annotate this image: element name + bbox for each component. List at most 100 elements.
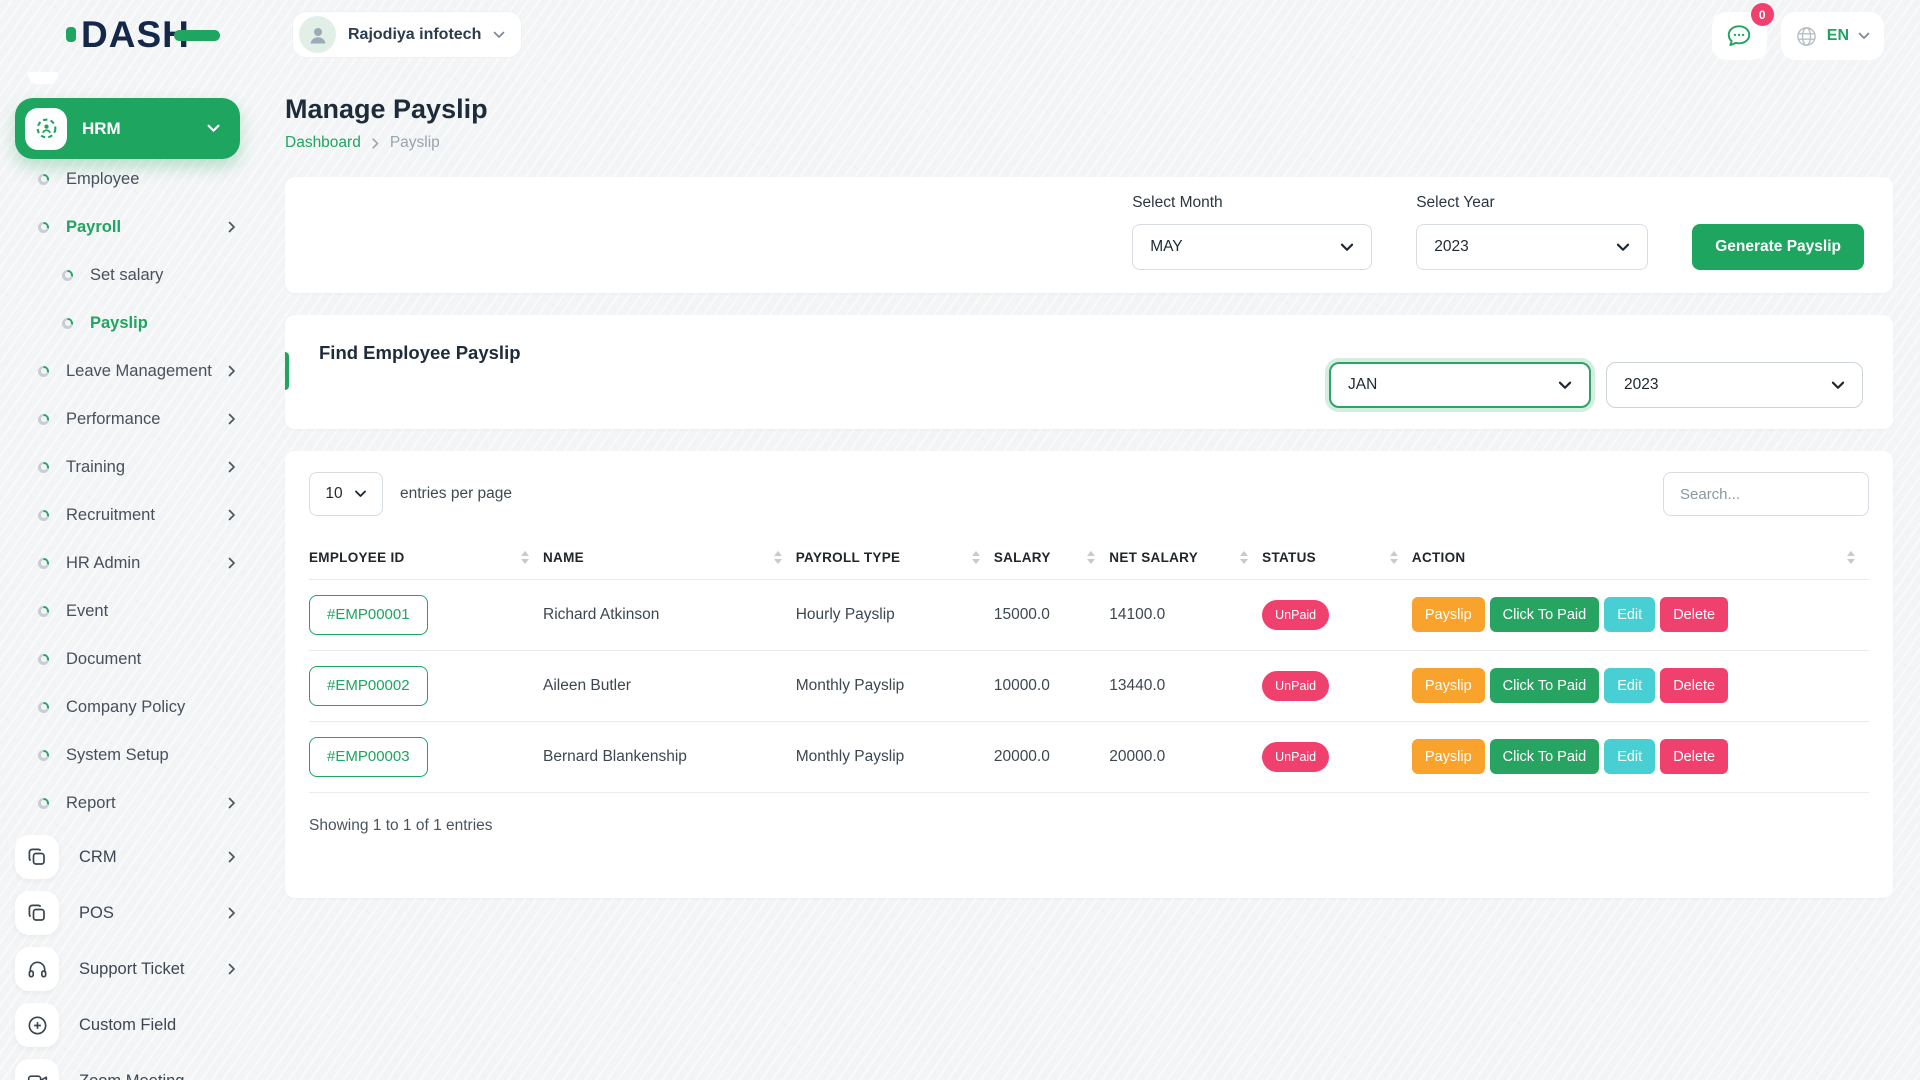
employee-id-button[interactable]: #EMP00001 — [309, 595, 428, 635]
edit-button[interactable]: Edit — [1604, 597, 1655, 632]
sidebar-module-zoom-meeting[interactable]: Zoom Meeting — [0, 1053, 260, 1080]
app-logo[interactable]: DASH — [66, 16, 220, 53]
sidebar-item-document[interactable]: Document — [0, 635, 260, 683]
select-year-group: Select Year 2023 — [1416, 194, 1648, 270]
breadcrumb-dashboard-link[interactable]: Dashboard — [285, 134, 361, 152]
select-year-label: Select Year — [1416, 194, 1648, 212]
generate-payslip-button[interactable]: Generate Payslip — [1692, 224, 1864, 270]
year-select-value: 2023 — [1434, 238, 1468, 256]
year-select[interactable]: 2023 — [1416, 224, 1648, 270]
column-header-name[interactable]: NAME — [543, 537, 796, 579]
messages-button[interactable]: 0 — [1712, 12, 1767, 60]
bullet-icon — [38, 558, 49, 569]
sort-icon[interactable] — [1240, 551, 1248, 564]
page-size-select[interactable]: 10 — [309, 472, 383, 516]
click-to-paid-button[interactable]: Click To Paid — [1490, 668, 1600, 703]
sidebar-item-employee[interactable]: Employee — [0, 155, 260, 203]
sidebar-item-recruitment[interactable]: Recruitment — [0, 491, 260, 539]
employee-name-cell: Richard Atkinson — [543, 579, 796, 650]
column-header-label: NAME — [543, 550, 584, 565]
bullet-icon — [38, 414, 49, 425]
column-header-net-salary[interactable]: NET SALARY — [1109, 537, 1262, 579]
column-header-payroll-type[interactable]: PAYROLL TYPE — [796, 537, 994, 579]
employee-id-button[interactable]: #EMP00003 — [309, 737, 428, 777]
sidebar-item-hrm-label: HRM — [82, 119, 192, 139]
table-row: #EMP00003 Bernard Blankenship Monthly Pa… — [309, 721, 1869, 792]
click-to-paid-button[interactable]: Click To Paid — [1490, 597, 1600, 632]
table-controls: 10 entries per page — [309, 472, 1869, 516]
topbar-actions: 0 EN — [1712, 12, 1884, 60]
month-select[interactable]: MAY — [1132, 224, 1372, 270]
sidebar-item-company-policy[interactable]: Company Policy — [0, 683, 260, 731]
entries-per-page-label: entries per page — [400, 485, 512, 503]
sidebar-item-hr-admin[interactable]: HR Admin — [0, 539, 260, 587]
module-icon — [15, 835, 59, 879]
edit-button[interactable]: Edit — [1604, 739, 1655, 774]
sidebar-module-custom-field[interactable]: Custom Field — [0, 997, 260, 1053]
sidebar-module-crm[interactable]: CRM — [0, 829, 260, 885]
find-year-select[interactable]: 2023 — [1606, 362, 1863, 408]
payroll-type-cell: Monthly Payslip — [796, 721, 994, 792]
sort-icon[interactable] — [521, 551, 529, 564]
chevron-right-icon — [228, 907, 236, 919]
payslip-button[interactable]: Payslip — [1412, 668, 1485, 703]
table-row: #EMP00002 Aileen Butler Monthly Payslip … — [309, 650, 1869, 721]
sidebar-item-payroll[interactable]: Payroll — [0, 203, 260, 251]
module-icon — [15, 947, 59, 991]
find-month-select[interactable]: JAN — [1329, 362, 1591, 408]
sidebar-item-label: Document — [66, 650, 236, 669]
search-input[interactable] — [1663, 472, 1869, 516]
salary-cell: 10000.0 — [994, 650, 1109, 721]
chevron-down-icon — [1558, 381, 1572, 390]
sidebar-item-set-salary[interactable]: Set salary — [0, 251, 260, 299]
payslip-table: EMPLOYEE ID NAME PAYROLL TYPE SALARY NET… — [309, 537, 1869, 793]
edit-button[interactable]: Edit — [1604, 668, 1655, 703]
sidebar-item-system-setup[interactable]: System Setup — [0, 731, 260, 779]
module-icon — [15, 891, 59, 935]
sidebar-module-pos[interactable]: POS — [0, 885, 260, 941]
sort-icon[interactable] — [1390, 551, 1398, 564]
sidebar-item-performance[interactable]: Performance — [0, 395, 260, 443]
status-badge: UnPaid — [1262, 671, 1329, 701]
delete-button[interactable]: Delete — [1660, 739, 1728, 774]
sort-icon[interactable] — [1087, 551, 1095, 564]
payslip-button[interactable]: Payslip — [1412, 597, 1485, 632]
sidebar-module-support-ticket[interactable]: Support Ticket — [0, 941, 260, 997]
column-header-status[interactable]: STATUS — [1262, 537, 1412, 579]
employee-id-button[interactable]: #EMP00002 — [309, 666, 428, 706]
sidebar-item-payslip[interactable]: Payslip — [0, 299, 260, 347]
sidebar-item-hrm[interactable]: HRM — [15, 98, 240, 159]
hrm-icon — [25, 108, 67, 150]
column-header-action[interactable]: ACTION — [1412, 537, 1869, 579]
sidebar-item-leave-management[interactable]: Leave Management — [0, 347, 260, 395]
click-to-paid-button[interactable]: Click To Paid — [1490, 739, 1600, 774]
delete-button[interactable]: Delete — [1660, 668, 1728, 703]
chevron-down-icon — [1616, 243, 1630, 252]
chevron-right-icon — [228, 557, 236, 569]
breadcrumb-current: Payslip — [390, 134, 440, 152]
column-header-label: EMPLOYEE ID — [309, 550, 405, 565]
column-header-label: PAYROLL TYPE — [796, 550, 901, 565]
select-month-label: Select Month — [1132, 194, 1372, 212]
column-header-salary[interactable]: SALARY — [994, 537, 1109, 579]
net-salary-cell: 14100.0 — [1109, 579, 1262, 650]
module-label: CRM — [79, 848, 208, 867]
chevron-right-icon — [228, 221, 236, 233]
find-payslip-card: Find Employee Payslip JAN 2023 — [285, 315, 1893, 429]
delete-button[interactable]: Delete — [1660, 597, 1728, 632]
bullet-icon — [38, 222, 49, 233]
sidebar-item-training[interactable]: Training — [0, 443, 260, 491]
table-header-row: EMPLOYEE ID NAME PAYROLL TYPE SALARY NET… — [309, 537, 1869, 579]
sort-icon[interactable] — [972, 551, 980, 564]
sidebar-item-report[interactable]: Report — [0, 779, 260, 827]
column-header-employee-id[interactable]: EMPLOYEE ID — [309, 537, 543, 579]
bullet-icon — [38, 750, 49, 761]
sidebar-item-event[interactable]: Event — [0, 587, 260, 635]
sort-icon[interactable] — [1847, 551, 1855, 564]
bullet-icon — [38, 174, 49, 185]
bullet-icon — [38, 366, 49, 377]
language-selector[interactable]: EN — [1781, 12, 1884, 60]
sort-icon[interactable] — [774, 551, 782, 564]
workspace-selector[interactable]: Rajodiya infotech — [292, 11, 522, 58]
payslip-button[interactable]: Payslip — [1412, 739, 1485, 774]
